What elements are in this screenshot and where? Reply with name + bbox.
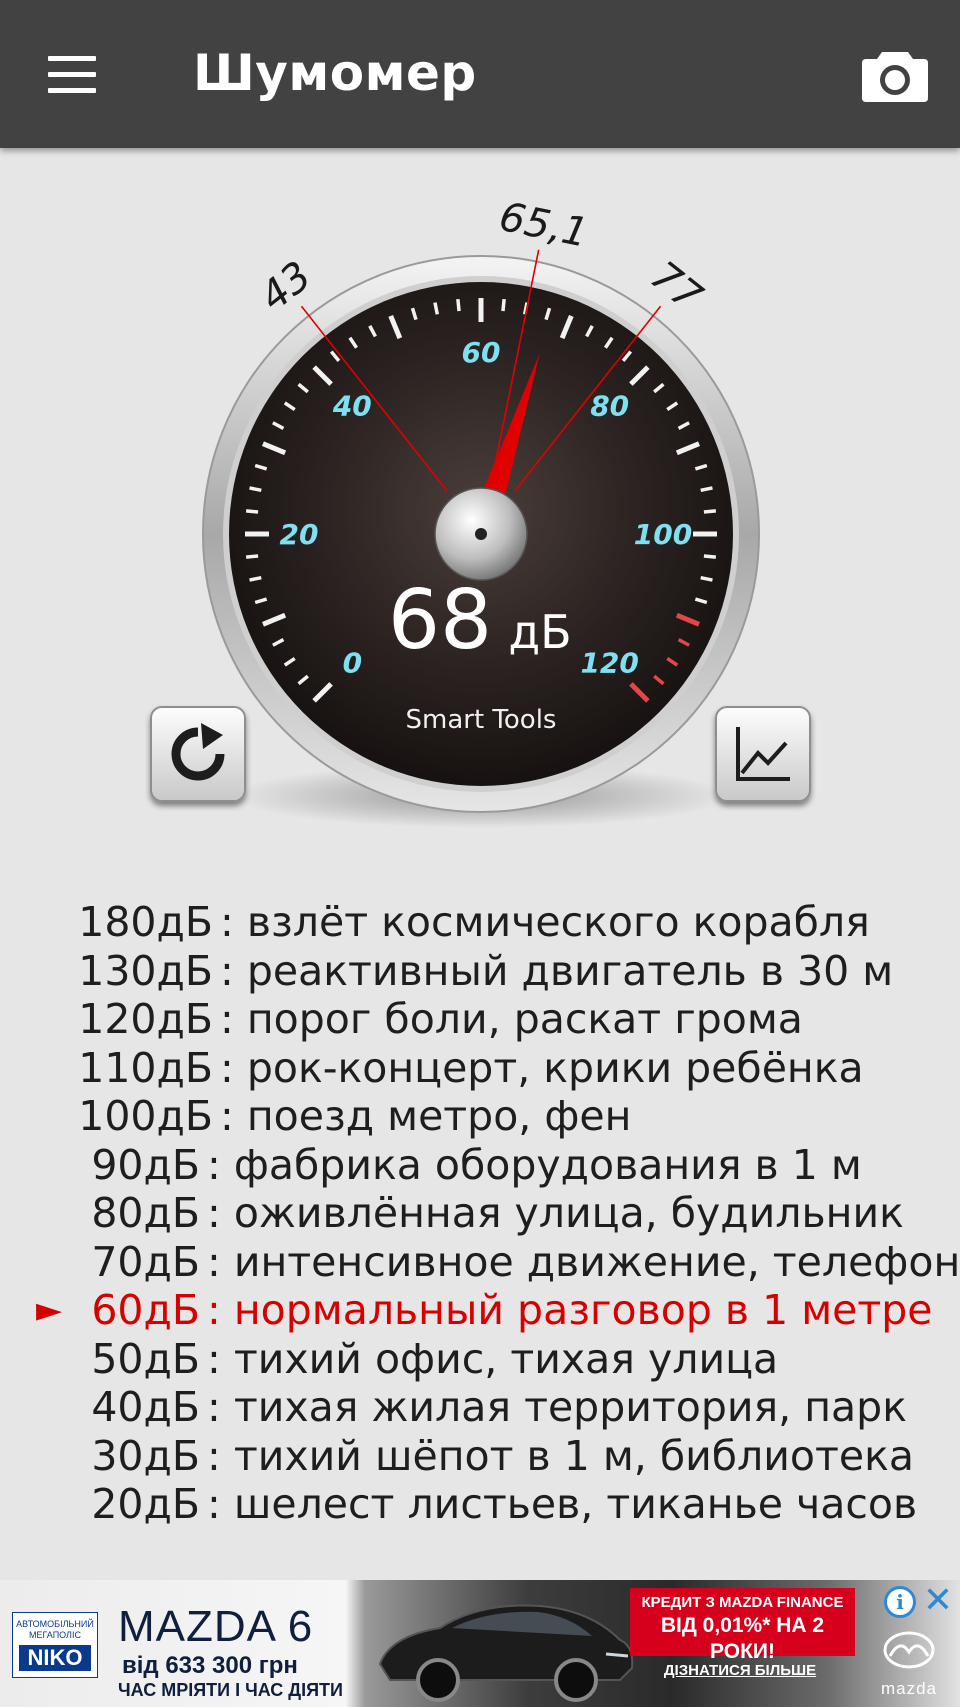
gauge-scale-label: 0 — [343, 647, 362, 680]
app-bar: Шумомер — [0, 0, 960, 148]
gauge-scale-label: 60 — [462, 336, 501, 369]
gauge-scale-label: 100 — [634, 518, 692, 551]
gauge-scale-label: 20 — [280, 518, 319, 551]
reference-row: 180дБ: взлёт космического корабля — [0, 898, 960, 947]
max-level-marker: 77 — [642, 253, 711, 321]
current-level-marker: ► — [36, 1290, 63, 1330]
ad-banner[interactable]: АВТОМОБІЛЬНИЙ МЕГАПОЛІС NIKO MAZDA 6 від… — [0, 1580, 960, 1707]
reference-db-value: 30дБ — [91, 1431, 200, 1480]
refresh-icon — [171, 723, 225, 781]
reference-row: 90дБ: фабрика оборудования в 1 м — [0, 1141, 960, 1190]
reference-db-value: 70дБ — [91, 1237, 200, 1286]
gauge-tick — [456, 298, 461, 312]
reference-db-value: 40дБ — [91, 1383, 200, 1431]
reference-row: 30дБ: тихий шёпот в 1 м, библиотека — [0, 1432, 960, 1481]
ad-credit-offer: КРЕДИТ З MAZDA FINANCE ВІД 0,01%* НА 2 Р… — [630, 1588, 855, 1663]
page-title: Шумомер — [193, 44, 477, 102]
reference-db-value: 50дБ — [91, 1334, 200, 1383]
gauge-tick — [703, 554, 717, 559]
graph-button[interactable] — [715, 706, 811, 802]
reference-db-value: 110дБ — [78, 1043, 213, 1092]
reference-row: 120дБ: порог боли, раскат грома — [0, 995, 960, 1044]
min-level-marker: 43 — [252, 253, 320, 321]
gauge-tick — [501, 298, 506, 312]
reference-db-value: 20дБ — [91, 1480, 200, 1528]
gauge-tick — [249, 575, 262, 582]
gauge-scale-label: 80 — [590, 389, 629, 422]
reference-row: 80дБ: оживлённая улица, будильник — [0, 1189, 960, 1238]
reference-description: : тихий офис, тихая улица — [207, 1334, 779, 1383]
reference-db-value: 60дБ — [91, 1286, 200, 1334]
reference-description: : фабрика оборудования в 1 м — [207, 1140, 862, 1189]
reference-description: : нормальный разговор в 1 метре — [207, 1286, 933, 1334]
dealer-logo-text: NIKO — [19, 1645, 91, 1671]
reference-db-value: 130дБ — [78, 946, 213, 995]
current-db-value: 68 — [388, 573, 492, 668]
car-image — [378, 1604, 634, 1702]
mazda-logo-word: mazda — [880, 1679, 938, 1698]
reference-db-value: 90дБ — [91, 1140, 200, 1189]
hamburger-menu-icon — [48, 56, 96, 61]
reference-description: : порог боли, раскат грома — [220, 995, 803, 1043]
reference-description: : тихий шёпот в 1 м, библиотека — [207, 1431, 914, 1480]
ad-slogan: ЧАС МРІЯТИ І ЧАС ДІЯТИ — [118, 1680, 343, 1700]
ad-price: від 633 300 грн — [122, 1652, 298, 1679]
reference-db-value: 80дБ — [91, 1189, 200, 1237]
reference-db-value: 180дБ — [78, 898, 213, 946]
reference-db-value: 120дБ — [78, 995, 213, 1043]
line-chart-icon — [736, 727, 790, 781]
gauge-dial: 0 20 40 60 80 100 120 43 65,1 77 68 дБ Smart Too… — [202, 194, 760, 828]
mazda-logo-icon — [883, 1631, 935, 1669]
reference-description: : взлёт космического корабля — [220, 898, 870, 946]
ad-title: MAZDA 6 — [118, 1602, 314, 1651]
gauge-tick — [700, 486, 713, 493]
reference-row: 100дБ: поезд метро, фен — [0, 1092, 960, 1141]
reference-description: : тихая жилая территория, парк — [207, 1383, 907, 1431]
dealer-logo-caption: АВТОМОБІЛЬНИЙ МЕГАПОЛІС — [16, 1619, 94, 1640]
reference-row: 40дБ: тихая жилая территория, парк — [0, 1383, 960, 1432]
hamburger-menu-icon-line — [48, 72, 96, 77]
reference-description: : оживлённая улица, будильник — [207, 1189, 904, 1237]
hamburger-menu-icon-line — [48, 88, 96, 93]
reset-button[interactable] — [150, 706, 246, 802]
ad-info-icon[interactable]: i — [884, 1586, 916, 1618]
reference-row: 70дБ: интенсивное движение, телефон — [0, 1238, 960, 1287]
avg-level-marker: 65,1 — [495, 194, 591, 257]
reference-row: 20дБ: шелест листьев, тиканье часов — [0, 1480, 960, 1529]
reference-description: : шелест листьев, тиканье часов — [207, 1480, 918, 1528]
ad-close-icon[interactable]: ✕ — [920, 1582, 956, 1618]
reference-description: : интенсивное движение, телефон — [207, 1237, 960, 1286]
ad-credit-line2: ВІД 0,01%* НА 2 РОКИ! — [660, 1614, 825, 1663]
dealer-logo: АВТОМОБІЛЬНИЙ МЕГАПОЛІС NIKO — [12, 1612, 98, 1678]
gauge-tick — [433, 302, 440, 315]
current-db-unit: дБ — [508, 605, 571, 659]
reference-description: : реактивный двигатель в 30 м — [220, 946, 894, 995]
camera-button[interactable] — [860, 46, 930, 104]
gauge-scale-label: 40 — [332, 389, 372, 422]
gauge-tick — [700, 575, 713, 582]
mazda-logo: mazda — [864, 1630, 954, 1699]
reference-description: : рок-концерт, крики ребёнка — [220, 1043, 864, 1092]
reference-row: 130дБ: реактивный двигатель в 30 м — [0, 947, 960, 996]
reference-row-active: ► 60дБ: нормальный разговор в 1 метре — [0, 1286, 960, 1335]
gauge-brand-label: Smart Tools — [406, 705, 557, 735]
gauge-tick — [703, 509, 717, 514]
camera-icon — [862, 52, 928, 102]
reference-description: : поезд метро, фен — [220, 1092, 632, 1140]
ad-credit-line1: КРЕДИТ З MAZDA FINANCE — [641, 1594, 844, 1611]
noise-level-reference-list: 180дБ: взлёт космического корабля 130дБ: … — [0, 898, 960, 1529]
ad-learn-more-link[interactable]: ДІЗНАТИСЯ БІЛЬШЕ — [650, 1662, 830, 1679]
gauge-scale-label: 120 — [580, 647, 638, 680]
reference-db-value: 100дБ — [78, 1092, 213, 1140]
gauge-tick — [249, 486, 262, 493]
reference-row: 50дБ: тихий офис, тихая улица — [0, 1335, 960, 1384]
gauge-tick — [245, 554, 259, 559]
reference-row: 110дБ: рок-концерт, крики ребёнка — [0, 1044, 960, 1093]
sound-meter-gauge: 0 20 40 60 80 100 120 43 65,1 77 68 дБ Smart Too… — [0, 148, 960, 868]
gauge-tick — [245, 509, 259, 514]
menu-button[interactable] — [44, 52, 100, 96]
